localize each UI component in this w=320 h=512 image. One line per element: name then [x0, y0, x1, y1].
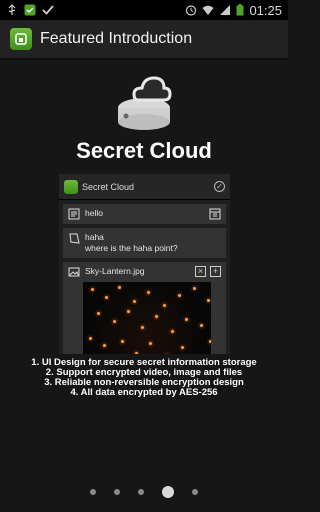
- page-dot-3[interactable]: [138, 489, 144, 495]
- check-icon: [42, 5, 54, 15]
- page-dot-5[interactable]: [192, 489, 198, 495]
- alarm-icon: [186, 5, 197, 16]
- preview-header: Secret Cloud ✓: [59, 174, 230, 200]
- pencil-icon: [69, 233, 80, 244]
- feature-list: 1. UI Design for secure secret informati…: [0, 358, 288, 398]
- close-icon: ×: [195, 266, 206, 277]
- app-logo-icon: [10, 28, 32, 50]
- status-time: 01:25: [249, 2, 282, 18]
- shield-check-icon: [24, 4, 36, 16]
- item-text: hello: [85, 208, 103, 218]
- page-dot-4-active[interactable]: [162, 486, 174, 498]
- preview-app-icon: [64, 179, 78, 194]
- title-bar: Featured Introduction: [0, 20, 288, 60]
- signal-icon: [220, 5, 231, 15]
- expand-icon: +: [210, 266, 221, 277]
- page-indicator: [0, 486, 288, 498]
- feature-item: 4. All data encrypted by AES-256: [70, 387, 218, 398]
- image-icon: [68, 267, 80, 277]
- page-dot-1[interactable]: [90, 489, 96, 495]
- item-title: haha: [85, 232, 104, 242]
- page-title: Featured Introduction: [40, 30, 193, 47]
- usb-icon: [8, 4, 16, 15]
- preview-title: Secret Cloud: [82, 181, 135, 192]
- status-bar: 01:25: [0, 0, 288, 20]
- cloud-drive-icon: [118, 76, 172, 130]
- check-circle-icon: ✓: [214, 181, 225, 192]
- list-item: Sky-Lantern.jpg × +: [63, 262, 226, 354]
- item-subtitle: where is the haha point?: [85, 243, 178, 253]
- hero-title: Secret Cloud: [76, 138, 212, 163]
- page-dot-2[interactable]: [114, 489, 120, 495]
- list-item: haha where is the haha point?: [63, 228, 226, 258]
- calendar-icon: [209, 208, 221, 220]
- sky-lantern-image: [83, 282, 211, 354]
- list-item: hello: [63, 204, 226, 224]
- wifi-icon: [202, 5, 214, 15]
- battery-icon: [236, 4, 244, 16]
- item-filename: Sky-Lantern.jpg: [85, 266, 145, 276]
- note-icon: [68, 208, 80, 220]
- app-preview: Secret Cloud ✓ hello haha where is the h…: [59, 174, 230, 354]
